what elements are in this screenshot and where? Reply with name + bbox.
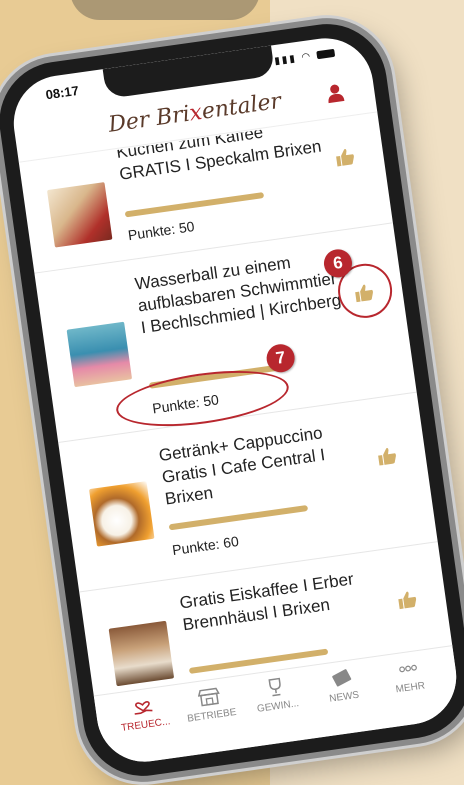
profile-icon[interactable] xyxy=(325,82,346,104)
phone-screen: 08:17 ▮▮▮ ◠ Der Brixentaler Kuchen zum K… xyxy=(7,32,463,768)
tab-label: MEHR xyxy=(394,680,426,696)
item-points: Punkte: 50 xyxy=(126,218,196,244)
trophy-icon xyxy=(268,677,281,697)
thumbs-up-icon[interactable] xyxy=(376,446,398,467)
item-title: Getränk+ Cappuccino Gratis I Cafe Centra… xyxy=(157,423,327,509)
tab-label: TREUEC... xyxy=(120,716,172,734)
tab-treuecard[interactable]: TREUEC... xyxy=(112,692,181,766)
tab-betriebe[interactable]: BETRIEBE xyxy=(178,682,247,756)
tab-news[interactable]: NEWS xyxy=(310,664,379,738)
rewards-list: Kuchen zum Kaffee GRATIS I Speckalm Brix… xyxy=(19,113,454,703)
item-image-coffee xyxy=(88,481,155,547)
item-image-pool xyxy=(66,321,133,388)
thumbs-up-icon[interactable] xyxy=(334,147,356,168)
thumbs-up-icon[interactable] xyxy=(396,590,418,611)
tab-label: BETRIEBE xyxy=(186,706,238,725)
battery-icon xyxy=(316,49,336,60)
status-time: 08:17 xyxy=(44,82,80,103)
item-title: Gratis Eiskaffee I Erber Brennhäusl I Br… xyxy=(178,569,355,635)
tab-label: NEWS xyxy=(328,689,360,705)
wifi-icon: ◠ xyxy=(300,50,313,64)
tab-gewinnspiel[interactable]: GEWIN... xyxy=(244,673,313,747)
item-points: Punkte: 60 xyxy=(171,532,240,559)
store-icon xyxy=(198,687,221,707)
item-title: Wasserball zu einem aufblasbaren Schwimm… xyxy=(133,253,343,338)
status-icons: ▮▮▮ ◠ xyxy=(274,48,336,67)
item-image-iced-coffee xyxy=(108,620,175,687)
progress-bar xyxy=(124,192,265,218)
item-image-cake xyxy=(46,182,113,248)
newspaper-icon xyxy=(331,669,352,687)
hand-heart-icon xyxy=(135,700,153,715)
background-top-shape xyxy=(70,0,260,20)
tab-label: GEWIN... xyxy=(256,698,300,715)
progress-bar xyxy=(168,504,309,531)
more-icon xyxy=(398,664,417,673)
tab-mehr[interactable]: MEHR xyxy=(377,655,446,729)
signal-icon: ▮▮▮ xyxy=(273,53,298,68)
